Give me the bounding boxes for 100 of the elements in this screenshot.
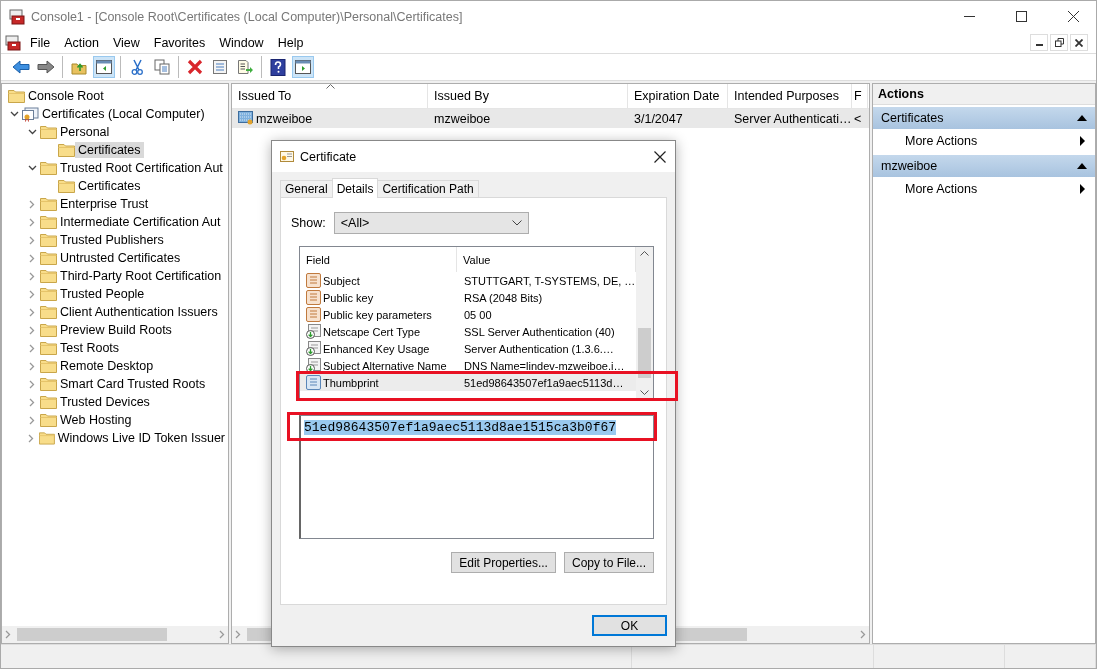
expand-toggle[interactable] — [29, 343, 35, 353]
close-icon — [654, 150, 666, 163]
field-row[interactable]: Thumbprint 51ed98643507ef1a9aec5113d… — [300, 374, 636, 391]
close-button[interactable] — [1070, 34, 1088, 51]
folder-icon — [40, 233, 57, 247]
minimize-button[interactable] — [1030, 34, 1048, 51]
tab[interactable]: Details — [331, 178, 379, 198]
tree-item[interactable]: Intermediate Certification Aut — [57, 214, 224, 230]
action-section-header[interactable]: mzweiboe — [873, 155, 1095, 177]
expand-toggle[interactable] — [9, 111, 19, 117]
menu-item[interactable]: Action — [57, 35, 106, 50]
tree-item[interactable]: Certificates — [75, 178, 144, 194]
tree-item[interactable]: Personal — [57, 124, 113, 140]
tree-item[interactable]: Web Hosting — [57, 412, 135, 428]
triangle-right-icon — [1080, 136, 1085, 146]
tree-item[interactable]: Certificates (Local Computer) — [39, 106, 208, 122]
tree-item[interactable]: Enterprise Trust — [57, 196, 152, 212]
expand-toggle[interactable] — [29, 253, 35, 263]
help-icon — [270, 58, 286, 76]
field-row[interactable]: Public key parameters 05 00 — [300, 306, 636, 323]
document-download-icon — [306, 358, 321, 373]
column-header[interactable]: Field — [300, 247, 458, 272]
tree-item[interactable]: Test Roots — [57, 340, 123, 356]
tree-item[interactable]: Remote Desktop — [57, 358, 157, 374]
table-cell: Subject Alternative Name — [323, 359, 447, 372]
column-header[interactable]: Expiration Date — [628, 84, 728, 108]
table-cell: Thumbprint — [323, 376, 379, 389]
table-cell: Server Authentication (1.3.6.… — [464, 342, 614, 355]
tree-item[interactable]: Third-Party Root Certification — [57, 268, 225, 284]
restore-button[interactable] — [1050, 34, 1068, 51]
dialog-button[interactable]: Edit Properties... — [451, 552, 556, 573]
tree-item[interactable]: Console Root — [25, 88, 107, 104]
folder-icon — [40, 395, 57, 409]
value-box[interactable]: 51ed98643507ef1a9aec5113d8ae1515ca3b0f67 — [299, 415, 654, 539]
folder-icon — [40, 251, 57, 265]
triangle-icon — [1077, 115, 1087, 121]
field-row[interactable]: Subject Alternative Name DNS Name=lindev-mzweiboe.i… — [300, 357, 636, 374]
chevron-down-icon — [640, 390, 649, 395]
folder-icon — [40, 197, 57, 211]
expand-toggle[interactable] — [29, 325, 35, 335]
expand-toggle[interactable] — [29, 397, 35, 407]
tree-item[interactable]: Certificates — [75, 142, 144, 158]
ok-button[interactable]: OK — [592, 615, 667, 636]
expand-toggle[interactable] — [29, 379, 35, 389]
expand-toggle[interactable] — [29, 217, 35, 227]
action-item[interactable]: More Actions — [873, 129, 1095, 153]
expand-toggle[interactable] — [27, 129, 37, 135]
expand-toggle[interactable] — [27, 165, 37, 171]
action-item[interactable]: More Actions — [873, 177, 1095, 201]
tree-item[interactable]: Trusted Publishers — [57, 232, 167, 248]
tree-item[interactable]: Untrusted Certificates — [57, 250, 184, 266]
document-icon — [306, 375, 321, 390]
show-dropdown[interactable]: <All> — [333, 212, 529, 234]
menu-item[interactable]: Favorites — [146, 35, 213, 50]
tab[interactable]: General — [280, 180, 333, 198]
field-row[interactable]: Public key RSA (2048 Bits) — [300, 289, 636, 306]
toolbar-button[interactable] — [267, 56, 289, 78]
folder-icon — [40, 341, 57, 355]
certificate-store-icon — [22, 106, 39, 122]
menu-item[interactable]: Window — [212, 35, 271, 50]
field-row[interactable]: Subject STUTTGART, T-SYSTEMS, DE, … — [300, 272, 636, 289]
expand-toggle[interactable] — [29, 271, 35, 281]
column-header[interactable]: Issued By — [428, 84, 628, 108]
expand-toggle[interactable] — [29, 361, 35, 371]
forward-arrow-icon — [37, 60, 55, 74]
column-header[interactable]: F — [852, 84, 868, 108]
menu-item[interactable]: View — [105, 35, 147, 50]
list-row[interactable]: mzweiboe mzweiboe 3/1/2047 Server Authenticati… < — [232, 109, 869, 128]
dialog-button[interactable]: Copy to File... — [563, 552, 654, 573]
document-download-icon — [306, 324, 321, 339]
menu-item[interactable]: Help — [270, 35, 311, 50]
expand-toggle[interactable] — [29, 199, 35, 209]
tree-item[interactable]: Preview Build Roots — [57, 322, 175, 338]
expand-toggle[interactable] — [29, 415, 35, 425]
table-cell: Enhanced Key Usage — [323, 342, 430, 355]
tree-item[interactable]: Trusted Root Certification Aut — [57, 160, 226, 176]
folder-icon — [40, 269, 57, 283]
tree-item[interactable]: Smart Card Trusted Roots — [57, 376, 209, 392]
menu-item[interactable]: File — [23, 35, 58, 50]
toolbar-button[interactable] — [93, 56, 115, 78]
field-row[interactable]: Enhanced Key Usage Server Authentication (1.3.6.… — [300, 340, 636, 357]
expand-toggle[interactable] — [29, 307, 35, 317]
tree-item[interactable]: Client Authentication Issuers — [57, 304, 221, 320]
expand-toggle[interactable] — [28, 433, 35, 443]
expand-toggle[interactable] — [29, 289, 35, 299]
expand-toggle[interactable] — [29, 235, 35, 245]
actions-header: Actions — [873, 84, 1095, 105]
column-header[interactable]: Intended Purposes — [728, 84, 852, 108]
toolbar-button[interactable] — [292, 56, 314, 78]
horizontal-scrollbar[interactable] — [2, 626, 228, 643]
action-section-header[interactable]: Certificates — [873, 107, 1095, 129]
tab[interactable]: Certification Path — [377, 180, 479, 198]
field-row[interactable]: Netscape Cert Type SSL Server Authentication (40) — [300, 323, 636, 340]
folder-icon — [58, 143, 75, 157]
tree-item[interactable]: Windows Live ID Token Issuer — [54, 430, 228, 446]
tree-item[interactable]: Trusted People — [57, 286, 148, 302]
close-icon — [1067, 11, 1079, 22]
tree-item[interactable]: Trusted Devices — [57, 394, 153, 410]
vertical-scrollbar[interactable] — [636, 247, 653, 399]
column-header[interactable]: Issued To — [232, 84, 428, 108]
